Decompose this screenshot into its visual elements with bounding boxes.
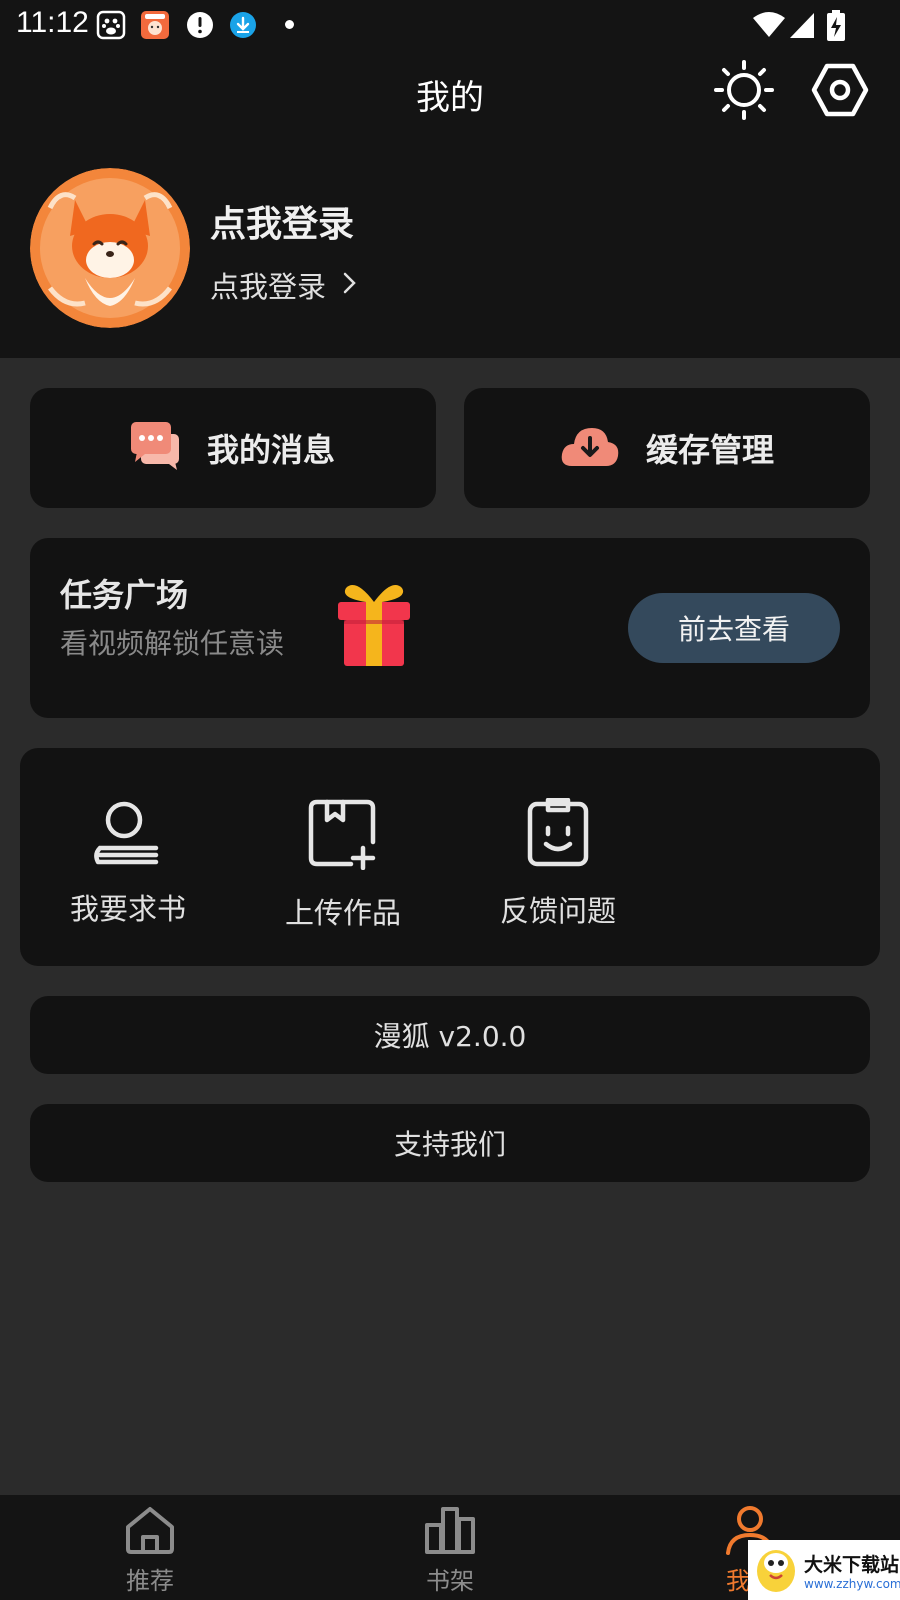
request-book-button[interactable]: 我要求书 xyxy=(48,798,208,928)
wifi-icon xyxy=(752,10,786,40)
nav-bookshelf[interactable]: 书架 xyxy=(390,1505,510,1596)
theme-toggle-button[interactable] xyxy=(712,60,776,124)
login-link-label: 点我登录 xyxy=(210,270,327,304)
chat-icon xyxy=(130,422,181,474)
feedback-button[interactable]: 反馈问题 xyxy=(478,797,638,930)
alert-icon xyxy=(185,10,215,40)
my-messages-label: 我的消息 xyxy=(206,431,335,469)
download-icon xyxy=(228,10,258,40)
book-search-icon xyxy=(94,798,162,870)
nav-bookshelf-label: 书架 xyxy=(426,1567,474,1595)
avatar[interactable] xyxy=(30,168,190,328)
status-time: 11:12 xyxy=(16,6,89,39)
go-check-button[interactable]: 前去查看 xyxy=(628,593,840,663)
upload-image-icon xyxy=(307,798,379,874)
feedback-label: 反馈问题 xyxy=(499,894,616,928)
gear-icon xyxy=(810,60,870,124)
version-row[interactable]: 漫狐 v2.0.0 xyxy=(30,996,870,1074)
home-icon xyxy=(124,1505,176,1559)
cloud-download-icon xyxy=(560,422,620,474)
chevron-right-icon xyxy=(342,268,358,302)
tools-card: 我要求书 上传作品 反馈问题 xyxy=(20,748,880,966)
task-plaza-card: 任务广场 看视频解锁任意读 前去查看 xyxy=(30,538,870,718)
sun-icon xyxy=(713,59,775,125)
cache-management-button[interactable]: 缓存管理 xyxy=(464,388,870,508)
mascot-logo-icon xyxy=(754,1543,798,1597)
task-plaza-title: 任务广场 xyxy=(60,576,189,614)
my-messages-button[interactable]: 我的消息 xyxy=(30,388,436,508)
signal-icon xyxy=(788,10,818,40)
baidu-app-icon xyxy=(96,10,126,40)
reading-app-icon xyxy=(140,10,170,40)
task-plaza-subtitle: 看视频解锁任意读 xyxy=(60,627,285,660)
watermark-url: www.zzhyw.com xyxy=(804,1576,900,1591)
support-us-button[interactable]: 支持我们 xyxy=(30,1104,870,1182)
settings-button[interactable] xyxy=(808,60,872,124)
login-link[interactable]: 点我登录 xyxy=(210,264,358,306)
nav-recommend[interactable]: 推荐 xyxy=(90,1505,210,1596)
request-book-label: 我要求书 xyxy=(69,892,186,926)
watermark: 大米下载站 www.zzhyw.com xyxy=(748,1540,900,1600)
clipboard-smile-icon xyxy=(526,797,590,872)
upload-work-button[interactable]: 上传作品 xyxy=(263,798,423,932)
bookshelf-icon xyxy=(424,1505,476,1559)
status-bar: 11:12 xyxy=(0,0,900,50)
upload-work-label: 上传作品 xyxy=(284,896,401,930)
battery-charging-icon xyxy=(826,10,846,41)
watermark-text: 大米下载站 xyxy=(804,1553,900,1576)
notification-dot xyxy=(285,20,294,29)
gift-icon xyxy=(336,578,412,672)
profile-name[interactable]: 点我登录 xyxy=(210,195,354,247)
cache-management-label: 缓存管理 xyxy=(645,431,774,469)
nav-recommend-label: 推荐 xyxy=(126,1567,174,1595)
